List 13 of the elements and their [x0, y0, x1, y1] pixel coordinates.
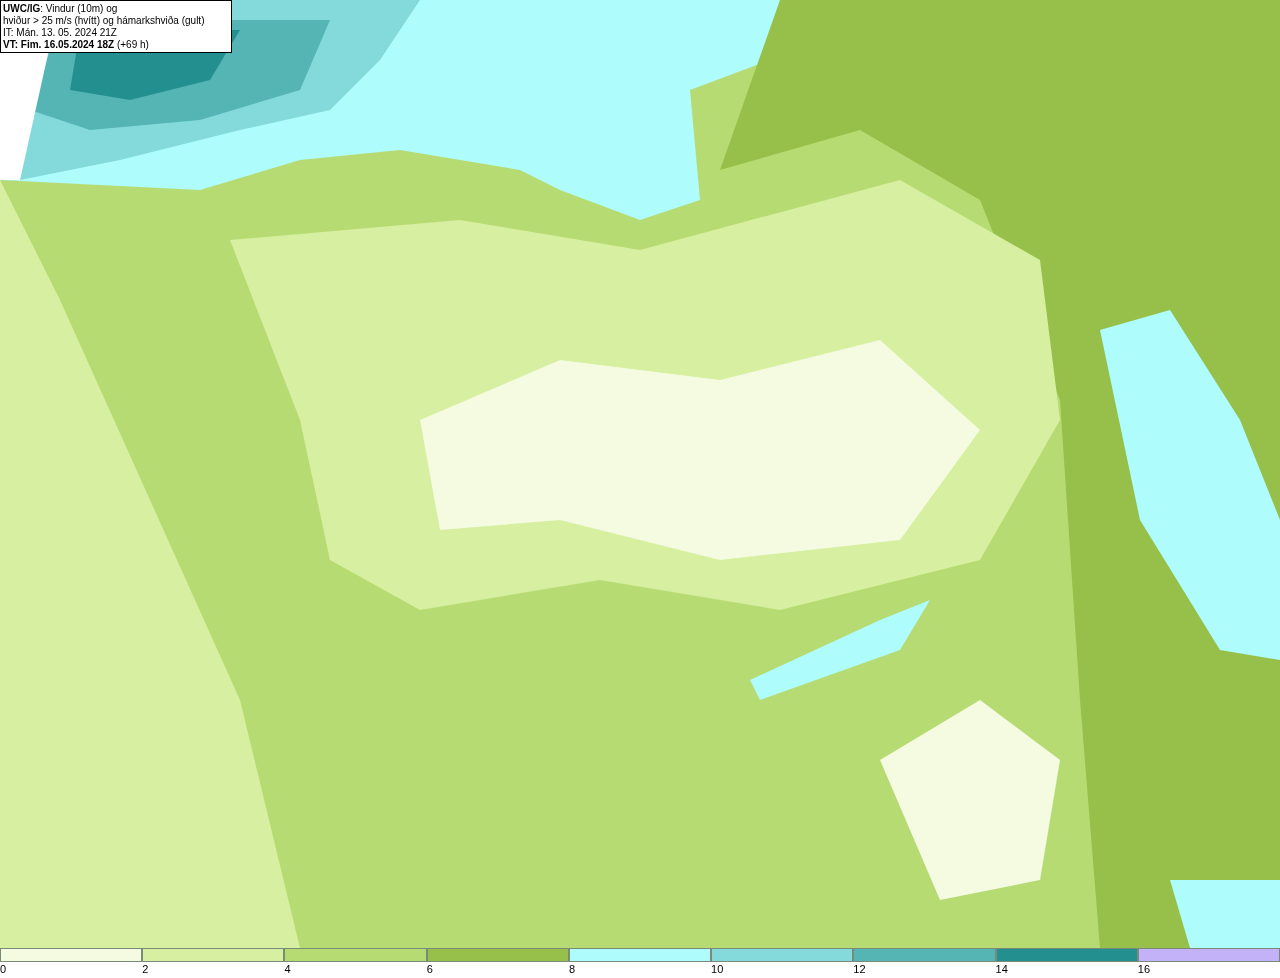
legend-label: 14 [995, 962, 1008, 976]
legend-label: 2 [142, 962, 149, 976]
title-line: UWC/IG: Vindur (10m) og [3, 3, 119, 15]
legend-label: 12 [853, 962, 866, 976]
legend-label: 16 [1137, 962, 1150, 976]
legend-label: 8 [568, 962, 575, 976]
title-line: IT: Mán. 13. 05. 2024 21Z [3, 27, 118, 39]
legend-label: 4 [284, 962, 291, 976]
legend-label: 6 [426, 962, 433, 976]
title-line: VT: Fim. 16.05.2024 18Z (+69 h) [3, 39, 150, 51]
legend-label: 0 [0, 962, 7, 976]
legend-label: 10 [711, 962, 724, 976]
title-line: hviður > 25 m/s (hvítt) og hámarkshviða (gult) [3, 15, 206, 27]
